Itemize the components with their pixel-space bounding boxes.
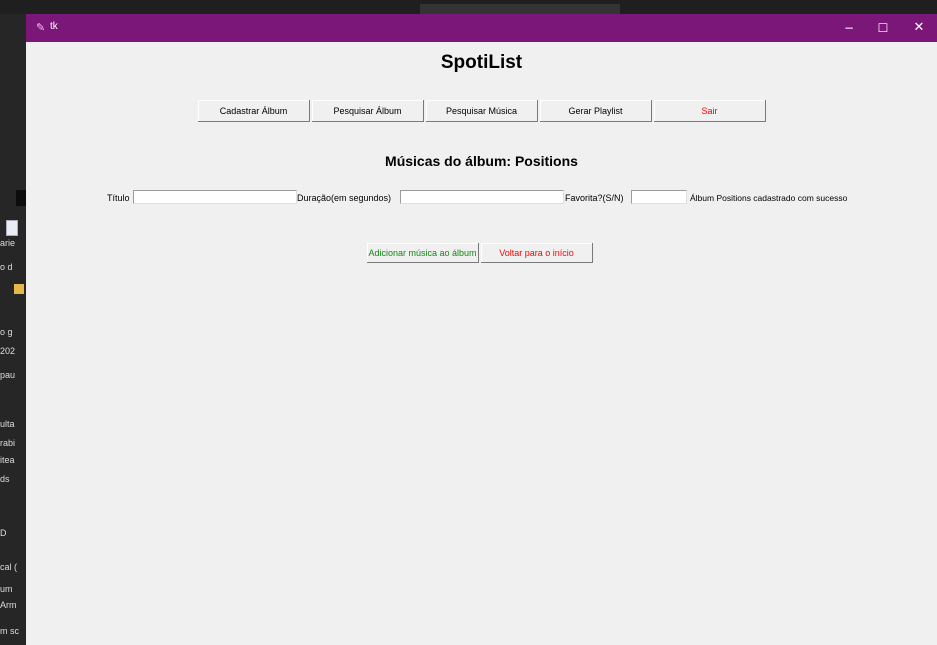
pesquisar-musica-button[interactable]: Pesquisar Música	[426, 100, 538, 122]
minimize-button[interactable]: −	[832, 14, 866, 42]
desktop-left-strip: arie o d o g 202 pau ulta rabi itea ds D…	[0, 14, 26, 645]
folder-icon	[14, 284, 24, 294]
app-window: ✎ tk − ☐ ✕ SpotiList Cadastrar Álbum Pes…	[26, 14, 937, 645]
gerar-playlist-button[interactable]: Gerar Playlist	[540, 100, 652, 122]
duracao-label: Duração(em segundos)	[297, 193, 392, 203]
duracao-input[interactable]	[400, 190, 564, 204]
favorita-input[interactable]	[631, 190, 687, 204]
back-to-start-button[interactable]: Voltar para o início	[481, 243, 593, 263]
dark-thumbnail-icon	[16, 190, 26, 206]
status-message: Álbum Positions cadastrado com sucesso	[690, 193, 848, 203]
desktop-text-fragment: D	[0, 528, 7, 538]
desktop-text-fragment: arie	[0, 238, 16, 248]
desktop-text-fragment: ulta	[0, 419, 15, 429]
background-tab-strip	[420, 4, 620, 14]
maximize-button[interactable]: ☐	[866, 14, 900, 42]
page-subtitle: Músicas do álbum: Positions	[385, 153, 578, 169]
desktop-text-fragment: o d	[0, 262, 13, 272]
desktop-text-fragment: cal (	[0, 562, 18, 572]
titulo-label: Título	[107, 193, 130, 203]
cadastrar-album-button[interactable]: Cadastrar Álbum	[198, 100, 310, 122]
favorita-label: Favorita?(S/N)	[565, 193, 624, 203]
desktop-text-fragment: itea	[0, 455, 15, 465]
titulo-input[interactable]	[133, 190, 297, 204]
file-icon	[6, 220, 18, 236]
desktop-text-fragment: o g	[0, 327, 13, 337]
desktop-text-fragment: pau	[0, 370, 16, 380]
desktop-text-fragment: um	[0, 584, 13, 594]
pesquisar-album-button[interactable]: Pesquisar Álbum	[312, 100, 424, 122]
app-title: SpotiList	[440, 52, 523, 73]
desktop-text-fragment: ds	[0, 474, 10, 484]
feather-icon: ✎	[36, 21, 46, 34]
desktop-text-fragment: rabi	[0, 438, 16, 448]
close-button[interactable]: ✕	[902, 14, 936, 42]
window-title: tk	[50, 21, 58, 32]
desktop-text-fragment: Arm	[0, 600, 17, 610]
desktop-text-fragment: m sc	[0, 626, 19, 636]
desktop-text-fragment: 202	[0, 346, 16, 356]
add-song-button[interactable]: Adicionar música ao álbum	[367, 243, 479, 263]
desktop-top-strip	[0, 0, 937, 14]
sair-button[interactable]: Sair	[654, 100, 766, 122]
window-titlebar[interactable]: ✎ tk − ☐ ✕	[26, 14, 937, 42]
